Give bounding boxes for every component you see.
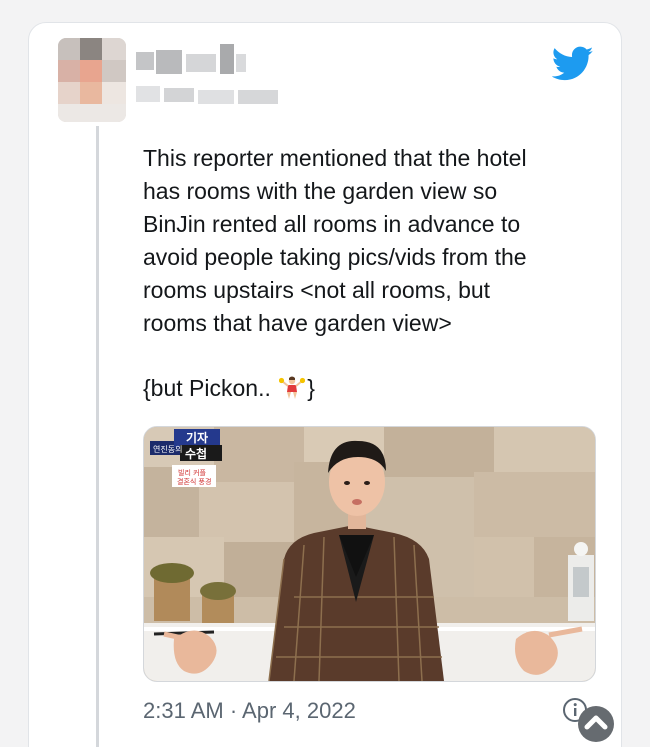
cheerleader-emoji-icon bbox=[279, 376, 306, 399]
media-logo-top: 기자 bbox=[186, 430, 208, 445]
tweet-media-image[interactable]: 기자 연진동의 수첩 빌리 커플 결혼식 풍경 bbox=[143, 426, 596, 682]
tweet-body: This reporter mentioned that the hotel h… bbox=[143, 145, 527, 336]
scroll-up-icon[interactable] bbox=[576, 704, 616, 744]
author-name-redacted bbox=[136, 40, 284, 112]
media-photo: 기자 연진동의 수첩 빌리 커플 결혼식 풍경 bbox=[144, 427, 595, 681]
tweet-timestamp[interactable]: 2:31 AM · Apr 4, 2022 bbox=[143, 698, 356, 724]
reply-suffix: } bbox=[307, 375, 315, 401]
avatar[interactable] bbox=[58, 38, 126, 122]
twitter-bird-icon[interactable] bbox=[552, 46, 594, 82]
screenshot-stage: This reporter mentioned that the hotel h… bbox=[0, 0, 650, 747]
reply-prefix: {but Pickon.. bbox=[143, 375, 271, 401]
media-caption-line1: 빌리 커플 bbox=[178, 468, 207, 477]
tweet-reply-line: {but Pickon.. } bbox=[143, 372, 315, 405]
media-logo-left: 연진동의 bbox=[153, 444, 182, 454]
media-caption-line2: 결혼식 풍경 bbox=[177, 477, 211, 486]
media-logo-right: 수첩 bbox=[185, 446, 207, 461]
thread-line bbox=[96, 126, 99, 747]
